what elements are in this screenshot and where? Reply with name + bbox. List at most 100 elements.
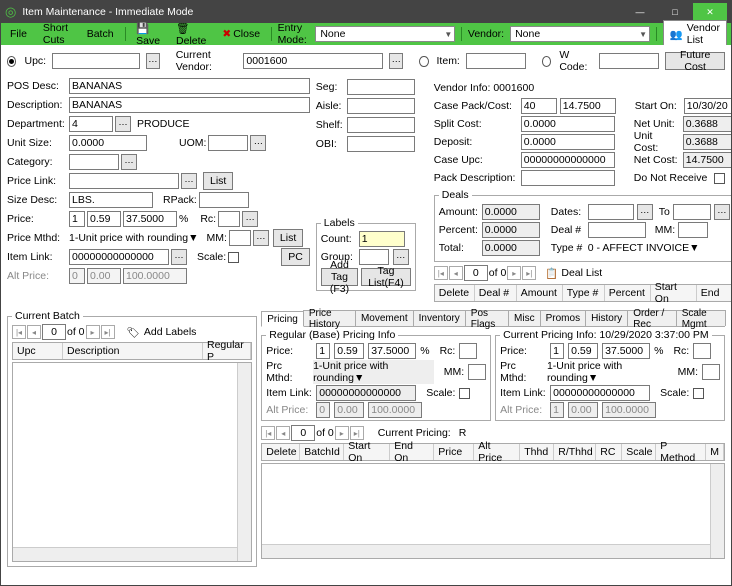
rc-lookup-button[interactable]: ⋯ [242,211,258,227]
batch-hscrollbar[interactable] [13,547,237,561]
reg-price-qty[interactable] [316,343,330,359]
unit-size-input[interactable] [69,135,147,151]
pcol-endon[interactable]: End On [390,444,434,460]
batch-nav-first[interactable]: |◂ [12,325,26,339]
save-button[interactable]: 💾Save [131,22,165,47]
price-link-input[interactable] [69,173,179,189]
deal-num-input[interactable] [588,222,646,238]
upc-input[interactable] [52,53,140,69]
batch-col-regp[interactable]: Regular P [203,343,251,359]
tab-history[interactable]: History [585,310,628,326]
batch-nav-prev[interactable]: ◂ [27,325,41,339]
upc-radio[interactable] [7,56,16,67]
tag-list-button[interactable]: Tag List(F4) [361,268,411,286]
pcol-price[interactable]: Price [434,444,474,460]
item-input[interactable] [466,53,526,69]
cur-price-qty[interactable] [550,343,564,359]
menu-batch[interactable]: Batch [82,28,119,40]
price-link-list-button[interactable]: List [203,172,233,190]
mm-lookup-button[interactable]: ⋯ [253,230,269,246]
tab-price-history[interactable]: Price History [303,310,356,326]
entry-mode-combo[interactable]: None▼ [315,26,455,42]
pricing-vscrollbar[interactable] [710,464,724,558]
split-cost-input[interactable] [521,116,615,132]
pricing-nav-prev[interactable]: ◂ [276,426,290,440]
pcol-rc[interactable]: RC [596,444,622,460]
tab-pricing[interactable]: Pricing [261,311,304,327]
tab-movement[interactable]: Movement [355,310,414,326]
deals-col-amount[interactable]: Amount [517,285,563,301]
batch-nav-pos[interactable] [42,324,66,340]
tab-promos[interactable]: Promos [540,310,586,326]
cur-itemlink-input[interactable] [550,385,650,401]
item-link-input[interactable] [69,249,169,265]
deals-col-delete[interactable]: Delete [435,285,475,301]
deals-nav-pos[interactable] [464,265,488,281]
rc-input[interactable] [218,211,240,227]
pcol-altprice[interactable]: Alt Price [474,444,520,460]
delete-button[interactable]: 🗑Delete [171,22,211,47]
menu-file[interactable]: File [5,28,32,40]
category-input[interactable] [69,154,119,170]
price-qty-input[interactable] [69,211,85,227]
count-input[interactable] [359,231,405,247]
pcol-rthhd[interactable]: R/Thhd [554,444,596,460]
cur-mm-input[interactable] [702,364,720,380]
wcode-radio[interactable] [542,56,551,67]
type-num-combo[interactable]: 0 - AFFECT INVOICE▼ [588,242,708,254]
pricing-nav-last[interactable]: ▸| [350,426,364,440]
do-not-receive-checkbox[interactable] [714,173,725,184]
cur-price-val[interactable] [568,343,598,359]
cur-prcmthd-combo[interactable]: 1-Unit price with rounding▼ [547,360,668,384]
case-pack-input[interactable] [521,98,557,114]
batch-nav-last[interactable]: ▸| [101,325,115,339]
case-cost-input[interactable] [560,98,616,114]
mm-list-button[interactable]: List [273,229,303,247]
current-vendor-lookup-button[interactable]: ⋯ [389,53,403,69]
description-input[interactable] [69,97,310,113]
pc-button[interactable]: PC [281,248,310,266]
batch-col-upc[interactable]: Upc [13,343,63,359]
case-upc-input[interactable] [521,152,615,168]
pcol-batchid[interactable]: BatchId [300,444,344,460]
department-lookup-button[interactable]: ⋯ [115,116,131,132]
size-desc-input[interactable] [69,192,153,208]
pos-desc-input[interactable] [69,78,310,94]
wcode-input[interactable] [599,53,659,69]
price-mthd-combo[interactable]: 1-Unit price with rounding▼ [69,232,198,244]
menu-shortcuts[interactable]: Short Cuts [38,22,76,46]
nav-next[interactable]: ▸ [507,266,521,280]
tab-order-rec[interactable]: Order / Rec [627,310,677,326]
item-radio[interactable] [419,56,428,67]
cur-scale-checkbox[interactable] [693,388,704,399]
upc-lookup-button[interactable]: ⋯ [146,53,160,69]
reg-prcmthd-combo[interactable]: 1-Unit price with rounding▼ [313,360,434,384]
price-link-lookup-button[interactable]: ⋯ [181,173,197,189]
current-vendor-input[interactable] [243,53,383,69]
reg-scale-checkbox[interactable] [459,388,470,399]
pcol-m[interactable]: M [706,444,724,460]
tab-misc[interactable]: Misc [508,310,541,326]
deals-col-percent[interactable]: Percent [605,285,651,301]
batch-grid[interactable] [12,362,252,562]
nav-first[interactable]: |◂ [434,266,448,280]
deals-date-from-input[interactable] [588,204,634,220]
price-pct-input[interactable] [123,211,177,227]
vendor-list-button[interactable]: 👥Vendor List [663,20,727,48]
pricing-grid[interactable] [261,463,725,559]
department-input[interactable] [69,116,113,132]
date-to-picker[interactable]: ⋯ [714,204,730,220]
reg-mm-input[interactable] [468,364,486,380]
deals-col-dealnum[interactable]: Deal # [475,285,517,301]
minimize-button[interactable]: — [623,3,657,21]
pricing-nav-next[interactable]: ▸ [335,426,349,440]
batch-vscrollbar[interactable] [237,363,251,561]
deals-col-starton[interactable]: Start On [651,285,697,301]
deal-list-label[interactable]: Deal List [561,267,602,279]
cur-price-pct[interactable] [602,343,650,359]
tab-scale-mgmt[interactable]: Scale Mgmt [676,310,726,326]
pcol-scale[interactable]: Scale [622,444,656,460]
group-lookup-button[interactable]: ⋯ [393,249,409,265]
deals-date-to-input[interactable] [673,204,711,220]
pack-desc-input[interactable] [521,170,615,186]
